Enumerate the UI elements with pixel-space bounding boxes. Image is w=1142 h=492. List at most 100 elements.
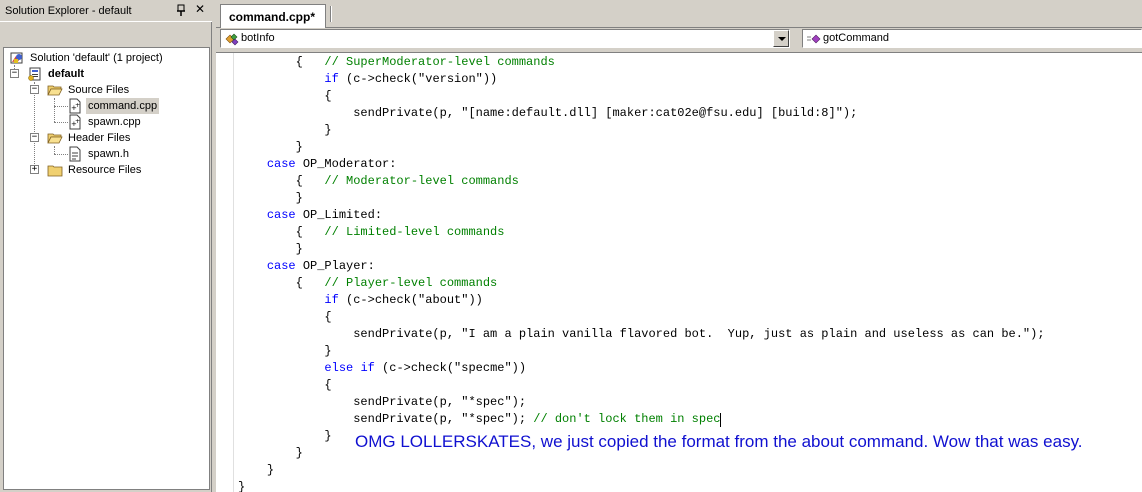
solution-explorer-titlebar[interactable]: Solution Explorer - default ✕ (0, 0, 212, 22)
tree-item-spawn-cpp[interactable]: + + spawn.cpp (49, 114, 209, 130)
tree-item-source-files[interactable]: − Source Files (29, 82, 209, 98)
code-line[interactable]: sendPrivate(p, "*spec"); // don't lock t… (238, 411, 720, 428)
code-lines[interactable]: { // SuperModerator-level commands if (c… (216, 53, 1142, 492)
code-token: } (238, 480, 246, 492)
code-line[interactable]: case OP_Player: (238, 258, 375, 275)
code-line[interactable]: case OP_Limited: (238, 207, 382, 224)
collapse-icon[interactable]: − (10, 69, 19, 78)
code-token: { (324, 378, 332, 392)
code-comment: // Player-level commands (324, 276, 498, 290)
code-line[interactable]: if (c->check("about")) (238, 292, 483, 309)
solution-explorer-panel: Solution Explorer - default ✕ Solution '… (0, 0, 212, 492)
tree-item-header-files[interactable]: − Header Files (29, 130, 209, 146)
class-dropdown[interactable]: botInfo (220, 29, 790, 48)
code-token: } (324, 429, 332, 443)
collapse-icon[interactable]: − (30, 85, 39, 94)
code-keyword: else (324, 361, 354, 375)
code-token: } (324, 123, 332, 137)
code-comment: // Moderator-level commands (324, 174, 519, 188)
code-token: sendPrivate(p, "[name:default.dll] [make… (353, 106, 858, 120)
tree-item-resource-files[interactable]: + Resource Files (29, 162, 209, 178)
code-line[interactable]: sendPrivate(p, "I am a plain vanilla fla… (238, 326, 1044, 343)
code-line[interactable]: { (238, 309, 332, 326)
tree-item-solution[interactable]: Solution 'default' (1 project) (9, 50, 209, 66)
document-tab-bar: command.cpp* (216, 0, 1142, 28)
collapse-icon[interactable]: − (30, 133, 39, 142)
code-line[interactable]: sendPrivate(p, "*spec"); (238, 394, 526, 411)
code-token: (c->check("version")) (338, 72, 498, 86)
folder-closed-icon (47, 165, 63, 177)
tree-label-spawn-h: spawn.h (88, 148, 129, 160)
code-text-area[interactable]: { // SuperModerator-level commands if (c… (216, 52, 1142, 492)
code-line[interactable]: { // Player-level commands (238, 275, 498, 292)
code-token: { (295, 276, 325, 290)
tab-command-cpp[interactable]: command.cpp* (220, 4, 326, 28)
code-token: { (324, 310, 332, 324)
folder-open-icon (47, 85, 63, 96)
code-keyword: if (360, 361, 375, 375)
solution-explorer-title: Solution Explorer - default (5, 5, 132, 17)
tree-item-spawn-h[interactable]: spawn.h (49, 146, 209, 162)
code-token: OP_Moderator: (295, 157, 397, 171)
code-line[interactable]: } (238, 462, 274, 479)
code-line[interactable]: } (238, 190, 303, 207)
tree-label-resource-files: Resource Files (68, 164, 142, 176)
header-file-icon (69, 146, 81, 162)
code-line[interactable]: if (c->check("version")) (238, 71, 497, 88)
code-line[interactable]: case OP_Moderator: (238, 156, 397, 173)
code-line[interactable]: } (238, 122, 332, 139)
project-icon (28, 67, 41, 81)
code-line[interactable]: } (238, 428, 332, 445)
code-line[interactable]: } (238, 241, 303, 258)
solution-tree[interactable]: Solution 'default' (1 project) − default… (3, 47, 210, 490)
code-token: { (295, 55, 325, 69)
text-caret (720, 413, 722, 427)
code-line[interactable]: } (238, 479, 245, 492)
expand-icon[interactable]: + (30, 165, 39, 174)
tab-label: command.cpp* (229, 10, 316, 24)
tree-label-command-cpp: command.cpp (86, 98, 160, 114)
class-dropdown-arrow[interactable] (773, 30, 789, 47)
code-token: { (295, 225, 325, 239)
code-comment: // Limited-level commands (324, 225, 505, 239)
pushpin-icon[interactable] (175, 4, 187, 17)
svg-text:+: + (75, 118, 80, 125)
tree-item-command-cpp[interactable]: + + command.cpp (49, 98, 209, 114)
code-line[interactable]: } (238, 343, 331, 360)
code-line[interactable]: } (238, 445, 303, 462)
code-line[interactable]: else if (c->check("specme")) (238, 360, 526, 377)
code-line[interactable]: { // Moderator-level commands (238, 173, 519, 190)
code-token: } (295, 446, 303, 460)
class-dropdown-value: botInfo (241, 32, 275, 44)
solution-icon (10, 52, 23, 64)
tree-label-solution: Solution 'default' (1 project) (30, 52, 163, 64)
code-token: OP_Limited: (295, 208, 383, 222)
code-line[interactable]: { // SuperModerator-level commands (238, 54, 555, 71)
solution-explorer-toolbar (0, 22, 212, 63)
code-line[interactable]: { (238, 377, 332, 394)
code-line[interactable]: { (238, 88, 331, 105)
member-dropdown[interactable]: gotCommand (802, 29, 1142, 48)
code-line[interactable]: { // Limited-level commands (238, 224, 505, 241)
tree-item-project-default[interactable]: − default (9, 66, 209, 82)
code-keyword: case (266, 208, 296, 222)
member-dropdown-value: gotCommand (823, 32, 890, 44)
code-line[interactable]: sendPrivate(p, "[name:default.dll] [make… (238, 105, 857, 122)
tree-label-spawn-cpp: spawn.cpp (88, 116, 141, 128)
code-token: (c->check("about")) (338, 293, 483, 307)
close-icon[interactable]: ✕ (194, 3, 206, 16)
code-line[interactable]: } (238, 139, 303, 156)
